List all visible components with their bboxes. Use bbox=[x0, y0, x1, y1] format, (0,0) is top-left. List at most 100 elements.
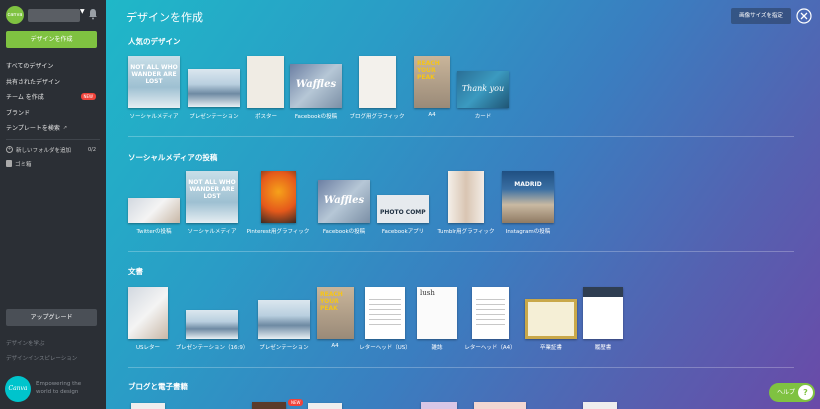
sidebar-item-template-search[interactable]: テンプレートを検索 ↗ bbox=[6, 120, 102, 136]
tile-label: プレゼンテーション bbox=[259, 345, 309, 351]
main-panel: デザインを作成 画像サイズを指定 人気のデザイン NOT ALL WHO WAN… bbox=[106, 0, 820, 409]
tile-label: Pinterest用グラフィック bbox=[246, 229, 310, 235]
thumbnail[interactable] bbox=[128, 287, 168, 339]
thumbnail[interactable] bbox=[261, 171, 296, 223]
thumbnail[interactable] bbox=[448, 171, 484, 223]
thumbnail[interactable] bbox=[131, 403, 165, 409]
tagline: Empowering the world to design bbox=[36, 381, 82, 395]
section-title-popular: 人気のデザイン bbox=[128, 37, 181, 46]
tile-label: Facebookの投稿 bbox=[294, 114, 338, 120]
tile-label: A4 bbox=[428, 112, 436, 118]
thumbnail-text: PHOTO COMP bbox=[380, 209, 426, 216]
canva-logo[interactable]: Canva bbox=[5, 376, 31, 402]
new-badge: NEW bbox=[80, 93, 96, 101]
help-button[interactable]: ヘルプ ? bbox=[769, 383, 815, 402]
thumbnail[interactable] bbox=[525, 299, 577, 339]
tile-label: 履歴書 bbox=[594, 345, 612, 351]
section-divider bbox=[128, 251, 794, 252]
thumbnail[interactable]: REACH YOUR PEAK bbox=[414, 56, 450, 108]
section-divider bbox=[128, 136, 794, 137]
learn-design-link[interactable]: デザインを学ぶ bbox=[6, 339, 45, 347]
thumbnail[interactable] bbox=[188, 69, 240, 107]
thumbnail[interactable] bbox=[258, 300, 310, 339]
thumbnail[interactable] bbox=[247, 56, 284, 108]
tile-label: 雑誌 bbox=[431, 345, 443, 351]
section-title-social: ソーシャルメディアの投稿 bbox=[128, 153, 218, 162]
thumbnail[interactable] bbox=[421, 402, 457, 409]
thumbnail[interactable]: REACH YOUR PEAK bbox=[317, 287, 354, 339]
add-folder-button[interactable]: + 新しいフォルダを追加 0/2 bbox=[6, 143, 102, 157]
tile-label: ソーシャルメディア bbox=[129, 114, 179, 120]
help-label: ヘルプ bbox=[777, 389, 796, 396]
page-title: デザインを作成 bbox=[126, 11, 203, 24]
thumbnail[interactable] bbox=[308, 403, 342, 409]
thumbnail[interactable]: PHOTO COMP bbox=[377, 195, 429, 223]
sidebar-item-label: 共有されたデザイン bbox=[6, 78, 61, 86]
new-badge: NEW bbox=[288, 399, 304, 406]
thumbnail[interactable]: NOT ALL WHO WANDER ARE LOST bbox=[186, 171, 238, 223]
section-title-documents: 文書 bbox=[128, 267, 143, 276]
sidebar-item-all-designs[interactable]: すべてのデザイン bbox=[6, 58, 102, 74]
trash-label: ゴミ箱 bbox=[15, 161, 32, 168]
thumbnail-text: Waffles bbox=[323, 195, 365, 207]
tile-label: A4 bbox=[331, 343, 339, 349]
external-link-icon: ↗ bbox=[62, 124, 68, 131]
bell-icon[interactable] bbox=[88, 8, 98, 20]
sidebar-item-label: ブランド bbox=[6, 109, 31, 117]
section-title-blog-ebook: ブログと電子書籍 bbox=[128, 382, 188, 391]
create-design-button[interactable]: デザインを作成 bbox=[6, 31, 97, 48]
account-header: canva ▼ bbox=[6, 6, 100, 24]
tile-label: カード bbox=[474, 114, 492, 120]
folder-count: 0/2 bbox=[87, 146, 96, 153]
thumbnail-text: Thank you bbox=[461, 83, 505, 93]
tile-label: プレゼンテーション（16:9） bbox=[175, 345, 249, 351]
thumbnail[interactable]: MADRID bbox=[502, 171, 554, 223]
add-folder-label: 新しいフォルダを追加 bbox=[16, 147, 72, 154]
tile-label: レターヘッド（US） bbox=[359, 345, 411, 351]
chevron-down-icon[interactable]: ▼ bbox=[80, 8, 85, 15]
thumbnail[interactable]: Waffles bbox=[318, 180, 370, 223]
thumbnail[interactable]: NOT ALL WHO WANDER ARE LOST bbox=[128, 56, 180, 108]
section-divider bbox=[128, 367, 794, 368]
avatar[interactable]: canva bbox=[6, 6, 24, 24]
sidebar-nav: すべてのデザイン 共有されたデザイン チーム を作成 NEW ブランド テンプレー… bbox=[6, 58, 102, 171]
tile-label: 卒業証書 bbox=[539, 345, 563, 351]
custom-size-button[interactable]: 画像サイズを指定 bbox=[731, 8, 791, 24]
sidebar: canva ▼ デザインを作成 すべてのデザイン 共有されたデザイン チーム を… bbox=[0, 0, 106, 409]
question-icon: ? bbox=[798, 385, 813, 400]
thumbnail[interactable]: lush bbox=[417, 287, 457, 339]
thumbnail-text: lush bbox=[420, 289, 435, 297]
plus-icon: + bbox=[6, 146, 13, 153]
thumbnail[interactable] bbox=[252, 402, 286, 409]
thumbnail[interactable]: Waffles bbox=[290, 64, 342, 108]
thumbnail[interactable]: Thank you bbox=[457, 71, 509, 108]
thumbnail[interactable] bbox=[365, 287, 405, 339]
upgrade-button[interactable]: アップグレード bbox=[6, 309, 97, 326]
tile-label: ブログ用グラフィック bbox=[349, 114, 405, 120]
thumbnail-text: Waffles bbox=[295, 79, 337, 91]
thumbnail[interactable] bbox=[186, 310, 238, 339]
tile-label: Twitterの投稿 bbox=[136, 229, 172, 235]
thumbnail[interactable] bbox=[128, 198, 180, 223]
tile-label: Tumblr用グラフィック bbox=[437, 229, 495, 235]
sidebar-item-label: テンプレートを検索 bbox=[6, 125, 60, 133]
tile-label: ポスター bbox=[254, 114, 278, 120]
tile-label: レターヘッド（A4） bbox=[464, 345, 516, 351]
tile-label: ソーシャルメディア bbox=[187, 229, 237, 235]
design-inspiration-link[interactable]: デザインインスピレーション bbox=[6, 354, 77, 362]
sidebar-item-shared[interactable]: 共有されたデザイン bbox=[6, 74, 102, 90]
thumbnail[interactable] bbox=[359, 56, 396, 108]
thumbnail[interactable] bbox=[472, 287, 509, 339]
thumbnail[interactable] bbox=[583, 402, 617, 409]
thumbnail[interactable] bbox=[474, 402, 526, 409]
sidebar-item-brand[interactable]: ブランド bbox=[6, 105, 102, 121]
sidebar-item-create-team[interactable]: チーム を作成 NEW bbox=[6, 89, 102, 105]
trash-item[interactable]: ゴミ箱 bbox=[6, 157, 102, 171]
thumbnail[interactable] bbox=[583, 287, 623, 339]
close-icon[interactable] bbox=[796, 8, 812, 24]
thumbnail-text: NOT ALL WHO WANDER ARE LOST bbox=[130, 64, 178, 85]
tile-label: USレター bbox=[135, 345, 161, 351]
thumbnail-text: REACH YOUR PEAK bbox=[320, 291, 343, 312]
account-name[interactable] bbox=[28, 9, 80, 22]
tile-label: Facebookの投稿 bbox=[322, 229, 366, 235]
